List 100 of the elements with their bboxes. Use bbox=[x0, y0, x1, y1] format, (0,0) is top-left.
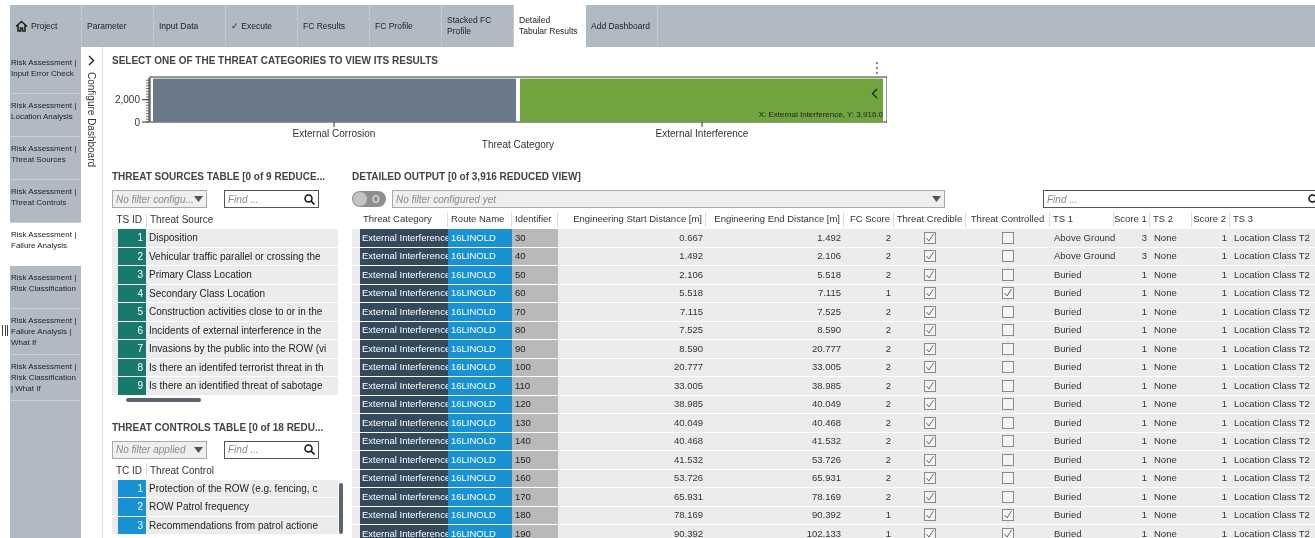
id-cell: 1 bbox=[118, 229, 146, 247]
table-cell-text: Protection of the ROW (e.g. fencing, c bbox=[148, 481, 319, 496]
column-header[interactable]: Route Name bbox=[448, 212, 512, 227]
table-cell-text: 1 bbox=[1140, 489, 1148, 504]
column-header[interactable]: Threat Source bbox=[147, 212, 214, 227]
checkbox[interactable] bbox=[924, 435, 936, 448]
chevron-left-icon[interactable] bbox=[871, 88, 878, 99]
column-header[interactable]: Threat Control bbox=[147, 462, 214, 478]
table-cell-text: 1 bbox=[1140, 434, 1148, 449]
table-cell-text: None bbox=[1153, 397, 1178, 412]
checkbox[interactable] bbox=[1002, 361, 1014, 374]
checkbox[interactable] bbox=[924, 287, 936, 300]
checkbox[interactable] bbox=[1002, 453, 1014, 466]
checkbox[interactable] bbox=[1002, 268, 1014, 281]
table-cell-text: Buried bbox=[1053, 434, 1083, 449]
table-cell-text: 1 bbox=[1140, 452, 1148, 467]
column-header[interactable]: TS ID bbox=[112, 212, 146, 227]
checkbox[interactable] bbox=[1002, 398, 1014, 411]
table-cell-text: Above Ground bbox=[1053, 249, 1114, 264]
home-icon bbox=[15, 20, 28, 32]
column-header[interactable]: FC Score bbox=[844, 212, 894, 227]
table-cell-text: None bbox=[1153, 304, 1178, 319]
column-header[interactable]: Threat Category bbox=[360, 212, 448, 227]
column-header[interactable]: Identifier bbox=[512, 212, 558, 227]
tab[interactable]: Parameter bbox=[82, 5, 154, 47]
more-icon[interactable] bbox=[875, 61, 879, 75]
checkbox[interactable] bbox=[924, 398, 936, 411]
checkbox[interactable] bbox=[1002, 472, 1014, 485]
column-header[interactable]: TS 1 bbox=[1050, 212, 1114, 227]
tab[interactable]: FC Results bbox=[298, 5, 370, 47]
checkbox[interactable] bbox=[1002, 324, 1014, 337]
checkbox[interactable] bbox=[924, 472, 936, 485]
bar[interactable] bbox=[153, 78, 516, 122]
category-label: External Interference bbox=[655, 128, 749, 139]
checkbox[interactable] bbox=[1002, 305, 1014, 318]
column-header[interactable]: Score 1 bbox=[1114, 212, 1150, 227]
column-header[interactable]: Engineering End Distance [m] bbox=[706, 212, 844, 227]
tab[interactable]: Detailed Tabular Results bbox=[514, 5, 586, 47]
search-field[interactable]: Find ... bbox=[224, 440, 319, 459]
configure-dashboard-label[interactable]: Configure Dashboard bbox=[84, 72, 99, 168]
checkbox[interactable] bbox=[924, 490, 936, 503]
scrollbar[interactable] bbox=[126, 397, 201, 402]
sidebar-item[interactable]: Risk Assessment | Location Analysis bbox=[10, 94, 81, 137]
checkbox[interactable] bbox=[924, 453, 936, 466]
table-cell-text: 1 bbox=[1220, 526, 1228, 538]
sidebar-item[interactable]: Risk Assessment | Risk Classification bbox=[10, 266, 81, 309]
column-header[interactable]: TC ID bbox=[112, 462, 146, 478]
checkbox[interactable] bbox=[1002, 490, 1014, 503]
chevron-right-icon[interactable] bbox=[88, 55, 95, 66]
checkbox[interactable] bbox=[924, 342, 936, 355]
checkbox[interactable] bbox=[924, 250, 936, 263]
column-header[interactable]: Threat Credible bbox=[894, 212, 966, 227]
column-header[interactable]: TS 3 bbox=[1230, 212, 1315, 227]
checkbox[interactable] bbox=[1002, 342, 1014, 355]
checkbox[interactable] bbox=[1002, 509, 1014, 522]
bar[interactable] bbox=[520, 78, 883, 122]
sidebar-item[interactable]: Risk Assessment | Failure Analysis bbox=[10, 223, 81, 266]
checkbox[interactable] bbox=[924, 361, 936, 374]
sidebar-item[interactable]: Risk Assessment | Threat Sources bbox=[10, 137, 81, 180]
sidebar-item[interactable]: Risk Assessment | Failure Analysis | What If bbox=[10, 309, 81, 355]
tab[interactable]: FC Profile bbox=[370, 5, 442, 47]
checkbox[interactable] bbox=[1002, 231, 1014, 244]
checkbox[interactable] bbox=[924, 527, 936, 538]
checkbox[interactable] bbox=[924, 231, 936, 244]
checkbox[interactable] bbox=[924, 509, 936, 522]
category-cell: External Interference bbox=[360, 432, 448, 450]
column-header[interactable]: Score 2 bbox=[1192, 212, 1230, 227]
search-field[interactable]: Find ... bbox=[224, 190, 319, 208]
tab[interactable]: Input Data bbox=[154, 5, 226, 47]
table-cell-text: Buried bbox=[1053, 489, 1083, 504]
route-cell: 16LINOLD bbox=[448, 266, 512, 284]
checkbox[interactable] bbox=[924, 305, 936, 318]
tab[interactable]: Add Dashboard bbox=[586, 5, 658, 47]
search-icon bbox=[304, 444, 315, 455]
checkbox[interactable] bbox=[924, 379, 936, 392]
checkbox[interactable] bbox=[924, 416, 936, 429]
checkbox[interactable] bbox=[1002, 250, 1014, 263]
table-cell-text: Recommendations from patrol actione bbox=[148, 518, 319, 533]
checkbox[interactable] bbox=[924, 268, 936, 281]
checkbox[interactable] bbox=[1002, 527, 1014, 538]
checkbox[interactable] bbox=[1002, 379, 1014, 392]
column-header[interactable]: TS 2 bbox=[1150, 212, 1192, 227]
table-cell-text: 0.667 bbox=[678, 230, 704, 245]
section-title: THREAT CONTROLS TABLE [0 of 18 REDU... bbox=[112, 420, 325, 435]
checkbox[interactable] bbox=[1002, 416, 1014, 429]
route-cell: 16LINOLD bbox=[448, 340, 512, 358]
sidebar-item[interactable]: Risk Assessment | Input Error Check bbox=[10, 51, 81, 94]
checkbox[interactable] bbox=[924, 324, 936, 337]
column-header[interactable]: Threat Controlled bbox=[966, 212, 1050, 227]
route-cell: 16LINOLD bbox=[448, 377, 512, 395]
checkbox[interactable] bbox=[1002, 287, 1014, 300]
route-cell: 16LINOLD bbox=[448, 247, 512, 265]
column-header[interactable]: Engineering Start Distance [m] bbox=[558, 212, 706, 227]
sidebar-item[interactable]: Risk Assessment | Risk Classification | What If bbox=[10, 355, 81, 401]
table-cell-text: Buried bbox=[1053, 286, 1083, 301]
search-field[interactable]: Find ... bbox=[1043, 190, 1315, 208]
table-cell-text: Buried bbox=[1053, 304, 1083, 319]
checkbox[interactable] bbox=[1002, 435, 1014, 448]
scrollbar[interactable] bbox=[339, 482, 343, 534]
tab[interactable]: ✓ Execute bbox=[226, 5, 298, 47]
